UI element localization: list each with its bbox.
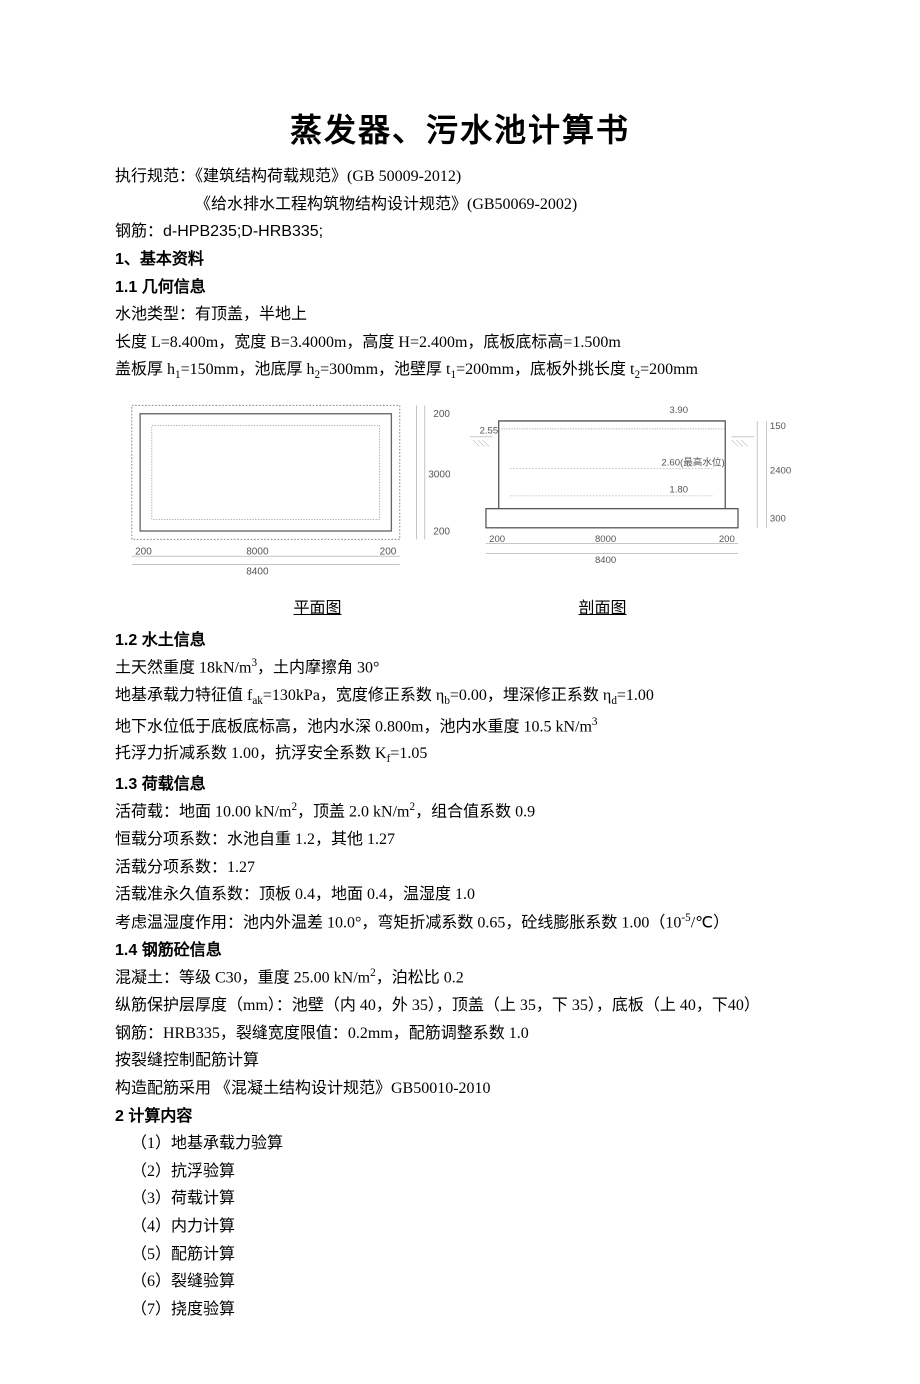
- caption-row: 平面图 剖面图: [115, 596, 805, 622]
- pool-type: 水池类型：有顶盖，半地上: [115, 302, 805, 328]
- dimensions: 长度 L=8.400m，宽度 B=3.4000m，高度 H=2.400m，底板底…: [115, 330, 805, 356]
- plan-dim-tl: 200: [135, 547, 152, 558]
- section-diagram: 2.55 3.90 2.60(最高水位) 1.80 150 2400 300 8…: [470, 397, 805, 590]
- quasi-permanent: 活载准永久值系数：顶板 0.4，地面 0.4，温湿度 1.0: [115, 882, 805, 908]
- heading-2: 2 计算内容: [115, 1104, 805, 1130]
- temp-humidity: 考虑温湿度作用：池内外温差 10.0°，弯矩折减系数 0.65，砼线膨胀系数 1…: [115, 910, 805, 936]
- sec-h3: 1.80: [669, 485, 688, 496]
- th-a: 考虑温湿度作用：池内外温差 10.0°，弯矩折减系数 0.65，砼线膨胀系数 1…: [115, 914, 681, 931]
- fb-d: =1.00: [617, 687, 654, 704]
- calc-item-2: （2）抗浮验算: [115, 1159, 805, 1185]
- standard-2: 《给水排水工程构筑物结构设计规范》(GB50069-2002): [195, 196, 577, 213]
- standards-line-2: 《给水排水工程构筑物结构设计规范》(GB50069-2002): [115, 192, 805, 218]
- heading-1-2: 1.2 水土信息: [115, 628, 805, 654]
- heading-1-4: 1.4 钢筋砼信息: [115, 938, 805, 964]
- calc-item-1: （1）地基承载力验算: [115, 1131, 805, 1157]
- soil-weight-b: ，土内摩擦角 30°: [257, 660, 379, 677]
- live-load-factor: 活载分项系数：1.27: [115, 855, 805, 881]
- thickness-v1: =150mm，池底厚 h: [181, 361, 315, 378]
- sec-left-label: 2.55: [480, 426, 499, 437]
- construction-rebar: 构造配筋采用 《混凝土结构设计规范》GB50010-2010: [115, 1076, 805, 1102]
- fb-b: =130kPa，宽度修正系数 η: [263, 687, 444, 704]
- plan-dim-w2: 8400: [246, 567, 269, 578]
- page-title: 蒸发器、污水池计算书: [115, 105, 805, 156]
- ci-b: ，泊松比 0.2: [376, 970, 464, 987]
- th-b: /℃）: [691, 914, 729, 931]
- sec-r1: 150: [770, 421, 786, 432]
- sec-w2: 8400: [595, 555, 616, 566]
- soil-weight: 土天然重度 18kN/m3，土内摩擦角 30°: [115, 655, 805, 681]
- calc-item-4: （4）内力计算: [115, 1214, 805, 1240]
- thickness-v4: =200mm: [640, 361, 698, 378]
- ci-a: 混凝土：等级 C30，重度 25.00 kN/m: [115, 970, 370, 987]
- thickness-prefix: 盖板厚 h: [115, 361, 175, 378]
- standards-label: 执行规范：: [115, 168, 195, 185]
- rebar-label: 钢筋：: [115, 223, 163, 240]
- sec-tr: 200: [719, 535, 735, 546]
- calc-item-5: （5）配筋计算: [115, 1242, 805, 1268]
- caption-plan: 平面图: [293, 596, 341, 622]
- sec-r3: 300: [770, 514, 786, 525]
- thickness-v2: =300mm，池壁厚 t: [320, 361, 450, 378]
- plan-svg: 3000 200 200 8000 8400 200 200: [115, 397, 450, 581]
- buoyancy-a: 托浮力折减系数 1.00，抗浮安全系数 K: [115, 745, 387, 762]
- soil-weight-a: 土天然重度 18kN/m: [115, 660, 251, 677]
- cover-thickness: 纵筋保护层厚度（mm）：池壁（内 40，外 35），顶盖（上 35，下 35），…: [115, 993, 805, 1019]
- dead-load-factor: 恒载分项系数：水池自重 1.2，其他 1.27: [115, 827, 805, 853]
- rebar-line: 钢筋：d-HPB235;D-HRB335;: [115, 219, 805, 245]
- thickness: 盖板厚 h1=150mm，池底厚 h2=300mm，池壁厚 t1=200mm，底…: [115, 357, 805, 385]
- section-svg: 2.55 3.90 2.60(最高水位) 1.80 150 2400 300 8…: [470, 397, 805, 572]
- ll-a: 活荷载：地面 10.00 kN/m: [115, 803, 291, 820]
- rebar-value: d-HPB235;D-HRB335;: [163, 223, 323, 240]
- foundation-bearing: 地基承载力特征值 fak=130kPa，宽度修正系数 ηb=0.00，埋深修正系…: [115, 683, 805, 711]
- ll-c: ，组合值系数 0.9: [415, 803, 535, 820]
- plan-dim-t2: 200: [433, 527, 450, 538]
- heading-1-1: 1.1 几何信息: [115, 275, 805, 301]
- plan-dim-w: 8000: [246, 547, 269, 558]
- fb-a: 地基承载力特征值 f: [115, 687, 252, 704]
- calc-item-6: （6）裂缝验算: [115, 1269, 805, 1295]
- heading-1-3: 1.3 荷载信息: [115, 772, 805, 798]
- diagram-container: 3000 200 200 8000 8400 200 200 2.55 3.90: [115, 397, 805, 590]
- live-load: 活荷载：地面 10.00 kN/m2，顶盖 2.0 kN/m2，组合值系数 0.…: [115, 799, 805, 825]
- rebar-info: 钢筋：HRB335，裂缝宽度限值：0.2mm，配筋调整系数 1.0: [115, 1021, 805, 1047]
- plan-dim-t1: 200: [433, 410, 450, 421]
- fb-c: =0.00，埋深修正系数 η: [450, 687, 611, 704]
- plan-diagram: 3000 200 200 8000 8400 200 200: [115, 397, 450, 590]
- plan-dim-tr: 200: [380, 547, 397, 558]
- water-level: 地下水位低于底板底标高，池内水深 0.800m，池内水重度 10.5 kN/m3: [115, 714, 805, 740]
- standards-line-1: 执行规范：《建筑结构荷载规范》(GB 50009-2012): [115, 164, 805, 190]
- caption-section: 剖面图: [578, 596, 626, 622]
- sec-tl: 200: [489, 535, 505, 546]
- sec-h2: 2.60(最高水位): [661, 457, 724, 469]
- sec-h1: 3.90: [669, 405, 688, 416]
- crack-control: 按裂缝控制配筋计算: [115, 1048, 805, 1074]
- heading-1: 1、基本资料: [115, 247, 805, 273]
- thickness-v3: =200mm，底板外挑长度 t: [456, 361, 634, 378]
- standard-1: 《建筑结构荷载规范》(GB 50009-2012): [195, 168, 461, 185]
- calc-item-3: （3）荷载计算: [115, 1186, 805, 1212]
- water-level-a: 地下水位低于底板底标高，池内水深 0.800m，池内水重度 10.5 kN/m: [115, 718, 592, 735]
- plan-dim-h: 3000: [428, 470, 450, 481]
- sec-r2: 2400: [770, 466, 791, 477]
- sec-w: 8000: [595, 535, 616, 546]
- calc-item-7: （7）挠度验算: [115, 1297, 805, 1323]
- buoyancy: 托浮力折减系数 1.00，抗浮安全系数 Kf=1.05: [115, 741, 805, 769]
- ll-b: ，顶盖 2.0 kN/m: [297, 803, 409, 820]
- buoyancy-b: =1.05: [390, 745, 427, 762]
- concrete-info: 混凝土：等级 C30，重度 25.00 kN/m2，泊松比 0.2: [115, 965, 805, 991]
